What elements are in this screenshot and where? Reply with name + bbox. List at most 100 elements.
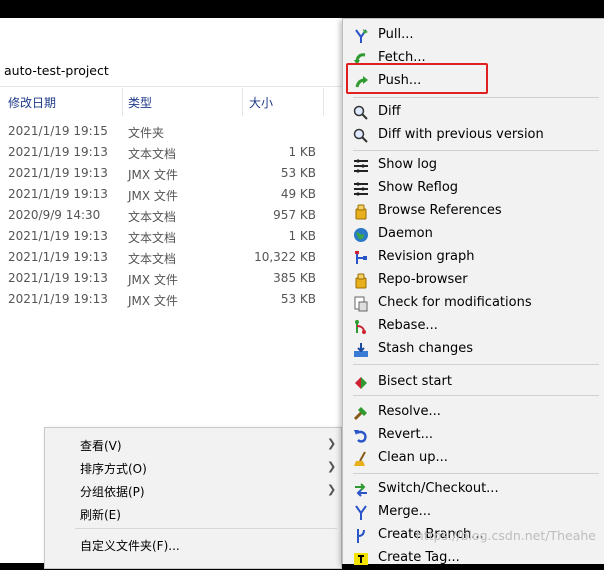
switch-checkout-icon (352, 481, 370, 499)
menu-item-label: Browse References (378, 203, 502, 218)
menu-item-show-reflog[interactable]: Show Reflog (343, 177, 604, 200)
menu-item-view[interactable]: 查看(V) ❯ (45, 433, 341, 456)
menu-item-label: Switch/Checkout... (378, 481, 499, 496)
menu-item-diff[interactable]: Diff (343, 101, 604, 124)
tortoisegit-menu: Pull... Fetch... Push... Diff Diff with … (342, 18, 604, 565)
cell-type: JMX 文件 (128, 294, 178, 308)
menu-item-label: Pull... (378, 27, 414, 42)
menu-item-resolve[interactable]: Resolve... (343, 401, 604, 424)
explorer-context-menu: 查看(V) ❯ 排序方式(O) ❯ 分组依据(P) ❯ 刷新(E) 自定义文件夹… (44, 427, 342, 569)
table-row[interactable]: 2021/1/19 19:13 文本文档 10,322 KB (0, 247, 342, 268)
menu-item-repo-browser[interactable]: Repo-browser (343, 269, 604, 292)
menu-item-bisect-start[interactable]: Bisect start (343, 371, 604, 394)
clean-up-icon (352, 450, 370, 468)
submenu-arrow-icon: ❯ (327, 483, 337, 496)
menu-separator (353, 150, 599, 151)
cell-date: 2021/1/19 19:15 (8, 124, 108, 138)
column-divider[interactable] (323, 88, 324, 116)
menu-item-revert[interactable]: Revert... (343, 424, 604, 447)
submenu-arrow-icon: ❯ (327, 437, 337, 450)
create-tag-icon (352, 550, 370, 568)
menu-item-daemon[interactable]: Daemon (343, 223, 604, 246)
resolve-icon (352, 404, 370, 422)
menu-item-revision-graph[interactable]: Revision graph (343, 246, 604, 269)
column-header-type[interactable]: 类型 (128, 94, 152, 111)
column-divider[interactable] (242, 88, 243, 116)
cell-date: 2021/1/19 19:13 (8, 166, 108, 180)
table-row[interactable]: 2021/1/19 19:13 JMX 文件 53 KB (0, 289, 342, 310)
table-row[interactable]: 2020/9/9 14:30 文本文档 957 KB (0, 205, 342, 226)
table-row[interactable]: 2021/1/19 19:13 JMX 文件 53 KB (0, 163, 342, 184)
menu-item-label: Diff (378, 104, 401, 119)
menu-item-pull[interactable]: Pull... (343, 24, 604, 47)
cell-size: 1 KB (288, 145, 316, 159)
repo-browser-icon (352, 272, 370, 290)
table-row[interactable]: 2021/1/19 19:13 JMX 文件 49 KB (0, 184, 342, 205)
menu-item-label: Check for modifications (378, 295, 532, 310)
menu-separator (353, 364, 599, 365)
cell-date: 2021/1/19 19:13 (8, 187, 108, 201)
menu-item-sort-by[interactable]: 排序方式(O) ❯ (45, 456, 341, 479)
folder-path-bar[interactable]: auto-test-project (0, 58, 342, 87)
menu-item-check-modifications[interactable]: Check for modifications (343, 292, 604, 315)
menu-item-label: Rebase... (378, 318, 438, 333)
menu-item-label: Resolve... (378, 404, 441, 419)
cell-size: 10,322 KB (254, 250, 316, 264)
menu-item-label: 自定义文件夹(F)... (80, 539, 180, 553)
cell-size: 1 KB (288, 229, 316, 243)
submenu-arrow-icon: ❯ (327, 460, 337, 473)
table-row[interactable]: 2021/1/19 19:13 文本文档 1 KB (0, 226, 342, 247)
revision-graph-icon (352, 249, 370, 267)
menu-item-show-log[interactable]: Show log (343, 154, 604, 177)
menu-item-switch-checkout[interactable]: Switch/Checkout... (343, 478, 604, 501)
column-header-size[interactable]: 大小 (249, 94, 273, 111)
check-modifications-icon (352, 295, 370, 313)
menu-item-label: 排序方式(O) (80, 462, 147, 476)
pull-icon (352, 27, 370, 45)
menu-item-label: 分组依据(P) (80, 485, 145, 499)
merge-icon (352, 504, 370, 522)
cell-type: 文本文档 (128, 147, 177, 161)
menu-item-refresh[interactable]: 刷新(E) (45, 502, 341, 525)
menu-item-stash-changes[interactable]: Stash changes (343, 338, 604, 361)
menu-item-label: Bisect start (378, 374, 452, 389)
menu-item-label: Diff with previous version (378, 127, 544, 142)
table-row[interactable]: 2021/1/19 19:15 文件夹 (0, 121, 342, 142)
menu-item-customize-folder[interactable]: 自定义文件夹(F)... (45, 533, 341, 556)
cell-type: 文本文档 (128, 210, 177, 224)
menu-item-diff-previous[interactable]: Diff with previous version (343, 124, 604, 147)
menu-item-browse-references[interactable]: Browse References (343, 200, 604, 223)
column-headers: 修改日期 类型 大小 (0, 88, 342, 116)
push-highlight-box (346, 63, 488, 94)
cell-type: 文件夹 (128, 126, 165, 140)
cell-size: 957 KB (273, 208, 316, 222)
diff-icon (352, 104, 370, 122)
menu-item-merge[interactable]: Merge... (343, 501, 604, 524)
cell-date: 2021/1/19 19:13 (8, 271, 108, 285)
menu-item-label: Show Reflog (378, 180, 459, 195)
cell-date: 2021/1/19 19:13 (8, 229, 108, 243)
menu-separator (353, 97, 599, 98)
window-top-strip (0, 0, 604, 18)
menu-item-clean-up[interactable]: Clean up... (343, 447, 604, 470)
cell-date: 2021/1/19 19:13 (8, 250, 108, 264)
menu-item-label: Repo-browser (378, 272, 468, 287)
column-divider[interactable] (122, 88, 123, 116)
create-branch-icon (352, 527, 370, 545)
menu-separator (75, 528, 337, 529)
menu-item-label: 刷新(E) (80, 508, 121, 522)
daemon-icon (352, 226, 370, 244)
browse-references-icon (352, 203, 370, 221)
show-log-icon (352, 157, 370, 175)
cell-type: JMX 文件 (128, 168, 178, 182)
menu-separator (353, 395, 599, 396)
menu-item-label: Stash changes (378, 341, 474, 356)
table-row[interactable]: 2021/1/19 19:13 JMX 文件 385 KB (0, 268, 342, 289)
table-row[interactable]: 2021/1/19 19:13 文本文档 1 KB (0, 142, 342, 163)
menu-item-create-tag[interactable]: Create Tag... (343, 547, 604, 570)
cell-size: 53 KB (280, 292, 316, 306)
stash-icon (352, 341, 370, 359)
column-header-date[interactable]: 修改日期 (8, 94, 56, 111)
menu-item-group-by[interactable]: 分组依据(P) ❯ (45, 479, 341, 502)
menu-item-rebase[interactable]: Rebase... (343, 315, 604, 338)
